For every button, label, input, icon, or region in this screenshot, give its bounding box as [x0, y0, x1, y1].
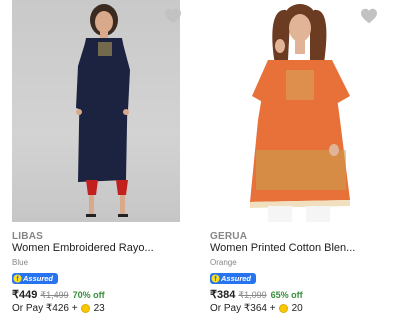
- wishlist-heart-icon[interactable]: [360, 8, 378, 24]
- brand-name: LIBAS: [12, 231, 43, 242]
- supercoin-icon: [278, 304, 288, 313]
- supercoin-icon: [80, 304, 90, 313]
- product-image[interactable]: [210, 0, 386, 222]
- original-price: ₹1,499: [40, 290, 69, 300]
- discount-percent: 65% off: [270, 290, 303, 300]
- assured-label: Assured: [22, 274, 53, 283]
- assured-badge: f Assured: [210, 271, 256, 284]
- wishlist-heart-icon[interactable]: [164, 8, 182, 24]
- price-row: ₹384 ₹1,099 65% off: [210, 288, 303, 301]
- product-color: Orange: [210, 258, 237, 267]
- product-card-gerua[interactable]: GERUA Women Printed Cotton Blen... Orang…: [198, 0, 388, 324]
- assured-label: Assured: [220, 274, 251, 283]
- product-image[interactable]: [12, 0, 180, 222]
- product-photo-top-orange: [250, 4, 350, 222]
- coin-count: 23: [93, 303, 105, 314]
- original-price: ₹1,099: [238, 290, 267, 300]
- pay-with-coins-row: Or Pay ₹364 + 20: [210, 303, 303, 314]
- pay-with-coins-row: Or Pay ₹426 + 23: [12, 303, 105, 314]
- pay-price-text: Or Pay ₹426 +: [12, 303, 78, 314]
- price-row: ₹449 ₹1,499 70% off: [12, 288, 105, 301]
- product-title[interactable]: Women Printed Cotton Blen...: [210, 242, 355, 254]
- product-color: Blue: [12, 258, 29, 267]
- brand-name: GERUA: [210, 231, 248, 242]
- selling-price: ₹384: [210, 289, 236, 301]
- product-photo-kurta-blue: [76, 4, 130, 217]
- coin-count: 20: [291, 303, 303, 314]
- product-card-libas[interactable]: LIBAS Women Embroidered Rayo... Blue f A…: [0, 0, 190, 324]
- assured-badge: f Assured: [12, 271, 58, 284]
- discount-percent: 70% off: [72, 290, 105, 300]
- product-title[interactable]: Women Embroidered Rayo...: [12, 242, 154, 254]
- pay-price-text: Or Pay ₹364 +: [210, 303, 276, 314]
- selling-price: ₹449: [12, 289, 38, 301]
